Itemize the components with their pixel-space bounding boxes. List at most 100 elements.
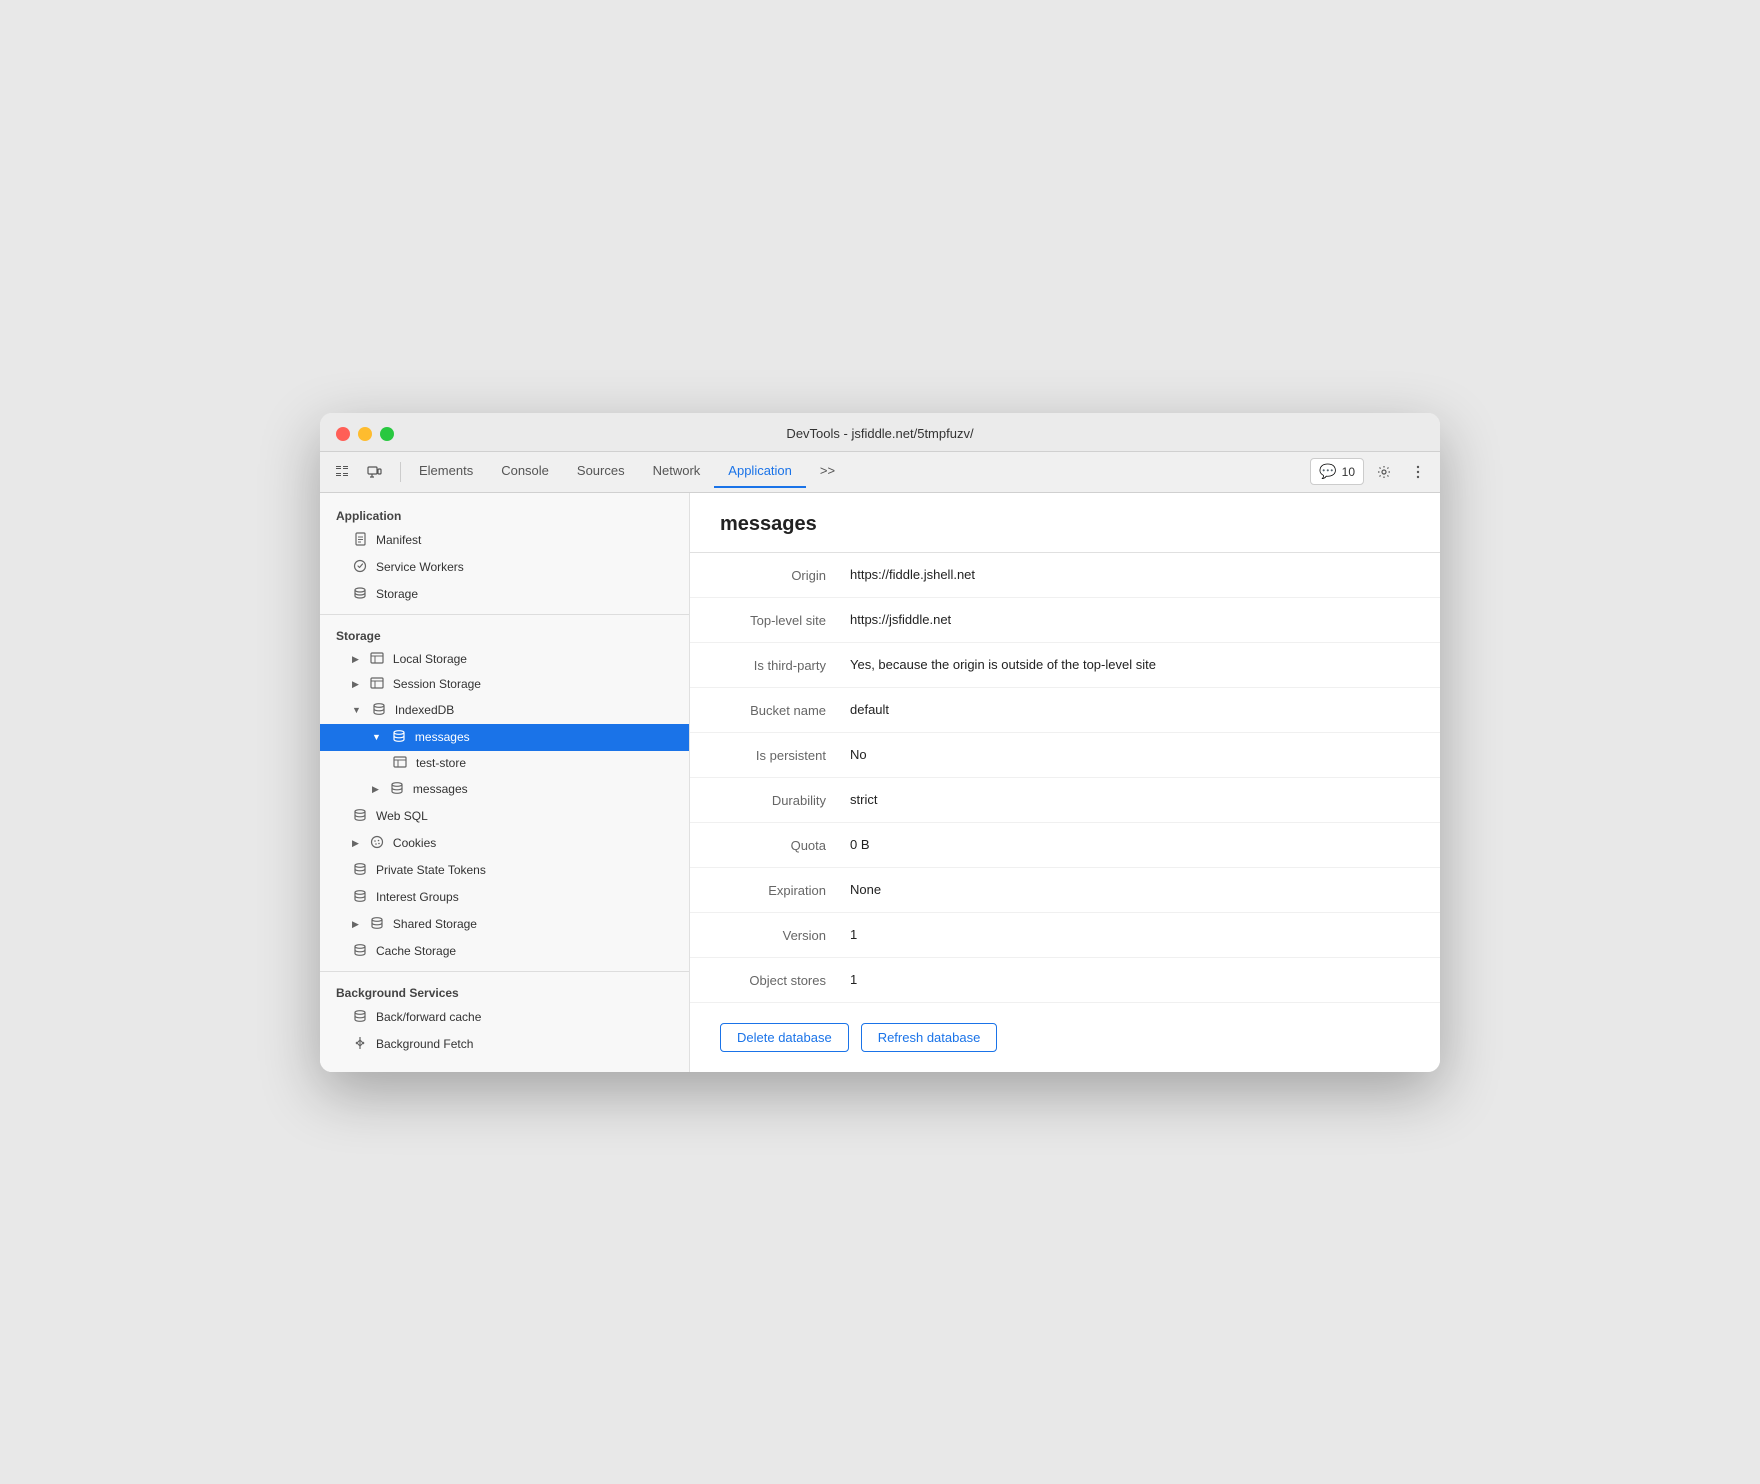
cookies-label: Cookies xyxy=(393,836,436,850)
objectstores-label: Object stores xyxy=(720,972,850,988)
sidebar-item-local-storage[interactable]: ▶ Local Storage xyxy=(320,647,689,672)
traffic-lights xyxy=(336,427,394,441)
version-value: 1 xyxy=(850,927,1410,942)
messages-badge[interactable]: 💬 10 xyxy=(1310,458,1364,485)
detail-row-bucketname: Bucket name default xyxy=(690,688,1440,733)
more-options-button[interactable] xyxy=(1404,458,1432,486)
delete-database-button[interactable]: Delete database xyxy=(720,1023,849,1052)
storage-top-icon xyxy=(352,586,368,603)
window-title: DevTools - jsfiddle.net/5tmpfuzv/ xyxy=(786,426,973,441)
sidebar-item-session-storage[interactable]: ▶ Session Storage xyxy=(320,672,689,697)
manifest-label: Manifest xyxy=(376,533,421,547)
main-content: Application Manifest xyxy=(320,493,1440,1072)
toolbar-right: 💬 10 xyxy=(1310,452,1432,492)
interest-groups-icon xyxy=(352,889,368,906)
messages-db2-arrow: ▶ xyxy=(372,784,379,795)
sidebar-section-storage: Storage xyxy=(320,621,689,647)
indexeddb-arrow: ▼ xyxy=(352,705,361,715)
detail-row-persistent: Is persistent No xyxy=(690,733,1440,778)
backforward-cache-label: Back/forward cache xyxy=(376,1010,481,1024)
tab-console[interactable]: Console xyxy=(487,455,563,488)
sidebar-section-application: Application xyxy=(320,501,689,527)
sidebar-item-storage[interactable]: Storage xyxy=(320,581,689,608)
local-storage-icon xyxy=(369,652,385,667)
sidebar-item-messages-db[interactable]: ▼ messages xyxy=(320,724,689,751)
device-icon[interactable] xyxy=(360,458,388,486)
sidebar-item-test-store[interactable]: test-store xyxy=(320,751,689,776)
test-store-icon xyxy=(392,756,408,771)
maximize-button[interactable] xyxy=(380,427,394,441)
minimize-button[interactable] xyxy=(358,427,372,441)
web-sql-icon xyxy=(352,808,368,825)
toplevel-label: Top-level site xyxy=(720,612,850,628)
bucketname-label: Bucket name xyxy=(720,702,850,718)
expiration-label: Expiration xyxy=(720,882,850,898)
session-storage-icon xyxy=(369,677,385,692)
cache-storage-label: Cache Storage xyxy=(376,944,456,958)
persistent-value: No xyxy=(850,747,1410,762)
detail-row-thirdparty: Is third-party Yes, because the origin i… xyxy=(690,643,1440,688)
interest-groups-label: Interest Groups xyxy=(376,890,459,904)
storage-label: Storage xyxy=(376,587,418,601)
background-fetch-icon xyxy=(352,1036,368,1053)
toplevel-value: https://jsfiddle.net xyxy=(850,612,1410,627)
detail-row-version: Version 1 xyxy=(690,913,1440,958)
cookies-arrow: ▶ xyxy=(352,838,359,849)
quota-label: Quota xyxy=(720,837,850,853)
durability-label: Durability xyxy=(720,792,850,808)
persistent-label: Is persistent xyxy=(720,747,850,763)
local-storage-label: Local Storage xyxy=(393,652,467,666)
sidebar-item-cache-storage[interactable]: Cache Storage xyxy=(320,938,689,965)
toolbar-divider xyxy=(400,462,401,482)
private-state-tokens-label: Private State Tokens xyxy=(376,863,486,877)
sidebar-item-background-fetch[interactable]: Background Fetch xyxy=(320,1031,689,1058)
test-store-label: test-store xyxy=(416,756,466,770)
sidebar-item-shared-storage[interactable]: ▶ Shared Storage xyxy=(320,911,689,938)
thirdparty-label: Is third-party xyxy=(720,657,850,673)
messages-db2-icon xyxy=(389,781,405,798)
refresh-database-button[interactable]: Refresh database xyxy=(861,1023,998,1052)
sidebar-item-backforward-cache[interactable]: Back/forward cache xyxy=(320,1004,689,1031)
detail-row-toplevel: Top-level site https://jsfiddle.net xyxy=(690,598,1440,643)
shared-storage-label: Shared Storage xyxy=(393,917,477,931)
message-icon: 💬 xyxy=(1319,463,1336,480)
sidebar-item-manifest[interactable]: Manifest xyxy=(320,527,689,554)
sidebar-item-service-workers[interactable]: Service Workers xyxy=(320,554,689,581)
sidebar-item-cookies[interactable]: ▶ Cookies xyxy=(320,830,689,857)
shared-storage-arrow: ▶ xyxy=(352,919,359,930)
sidebar-section-background: Background Services xyxy=(320,978,689,1004)
devtools-window: DevTools - jsfiddle.net/5tmpfuzv/ xyxy=(320,413,1440,1072)
detail-row-objectstores: Object stores 1 xyxy=(690,958,1440,1003)
messages-db-arrow: ▼ xyxy=(372,732,381,742)
sidebar-item-private-state-tokens[interactable]: Private State Tokens xyxy=(320,857,689,884)
close-button[interactable] xyxy=(336,427,350,441)
sidebar-item-web-sql[interactable]: Web SQL xyxy=(320,803,689,830)
detail-title: messages xyxy=(690,493,1440,553)
sidebar-item-indexeddb[interactable]: ▼ IndexedDB xyxy=(320,697,689,724)
manifest-icon xyxy=(352,532,368,549)
tab-more[interactable]: >> xyxy=(806,455,849,488)
detail-actions: Delete database Refresh database xyxy=(690,1003,1440,1072)
sidebar-divider-2 xyxy=(320,971,689,972)
detail-row-quota: Quota 0 B xyxy=(690,823,1440,868)
sidebar-item-interest-groups[interactable]: Interest Groups xyxy=(320,884,689,911)
sidebar-item-messages-db2[interactable]: ▶ messages xyxy=(320,776,689,803)
service-workers-icon xyxy=(352,559,368,576)
version-label: Version xyxy=(720,927,850,943)
pointer-icon[interactable] xyxy=(328,458,356,486)
tab-application[interactable]: Application xyxy=(714,455,806,488)
session-storage-arrow: ▶ xyxy=(352,679,359,690)
detail-panel: messages Origin https://fiddle.jshell.ne… xyxy=(690,493,1440,1072)
session-storage-label: Session Storage xyxy=(393,677,481,691)
tab-sources[interactable]: Sources xyxy=(563,455,639,488)
private-state-tokens-icon xyxy=(352,862,368,879)
tabs: Elements Console Sources Network Applica… xyxy=(405,455,1310,488)
origin-label: Origin xyxy=(720,567,850,583)
durability-value: strict xyxy=(850,792,1410,807)
tab-elements[interactable]: Elements xyxy=(405,455,487,488)
expiration-value: None xyxy=(850,882,1410,897)
settings-button[interactable] xyxy=(1370,458,1398,486)
detail-row-durability: Durability strict xyxy=(690,778,1440,823)
messages-db-label: messages xyxy=(415,730,470,744)
tab-network[interactable]: Network xyxy=(639,455,715,488)
